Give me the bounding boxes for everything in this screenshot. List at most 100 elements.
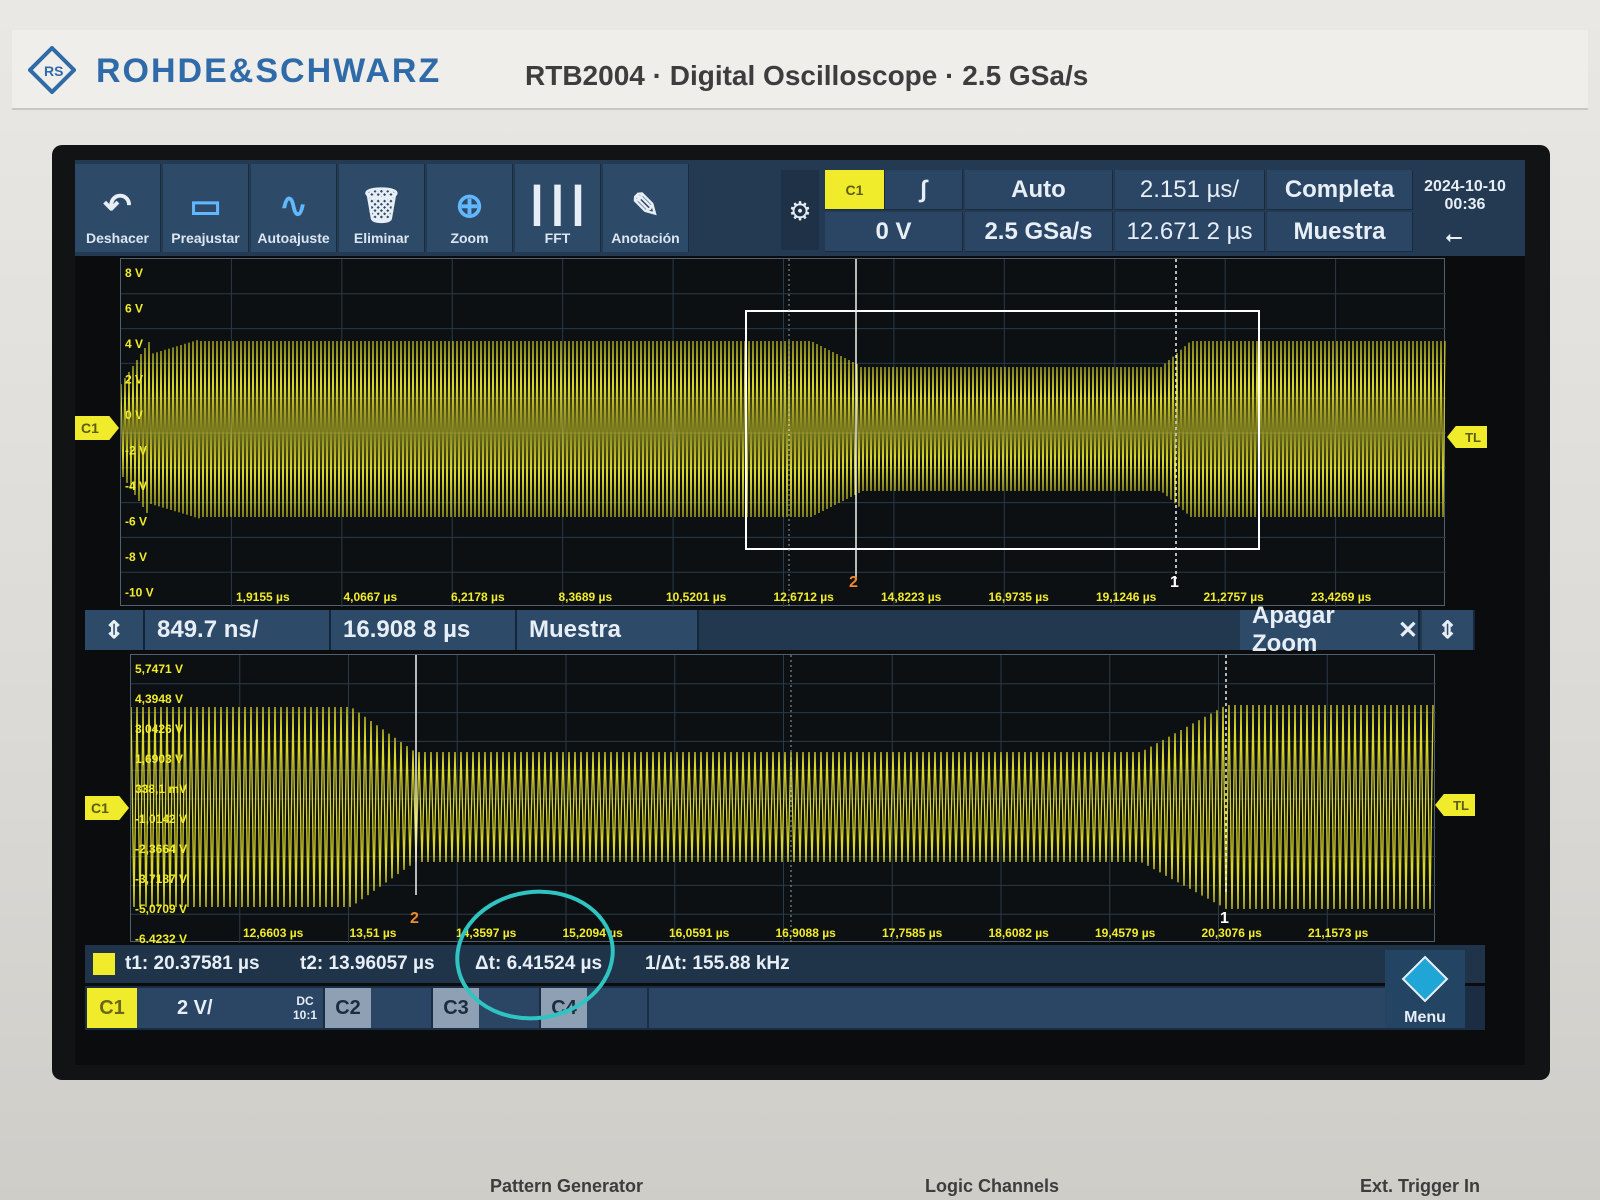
cursor-2-label: 2 [849,574,858,591]
zoom-waveform-svg: 5,7471 V 4,3948 V 3,0426 V 1,6903 V 338,1 mV… [131,655,1436,943]
zoom-x-tick-label: 19,4579 µs [1095,926,1156,940]
screen: ↶ Deshacer ▭ Preajustar ∿ Autoajuste 🗑 E… [75,160,1525,1065]
main-x-tick-label: 8,3689 µs [559,590,613,604]
zoom-waveform-trace [131,704,1434,910]
usb-icon: ⭠ [1445,224,1463,249]
delete-button[interactable]: 🗑 Eliminar [339,164,425,252]
fft-button[interactable]: ┃┃┃ FFT [515,164,601,252]
channel-c2-slot[interactable] [371,988,431,1028]
main-y-tick-label: 6 V [125,302,143,316]
ext-trigger-label: Ext. Trigger In [1360,1176,1481,1196]
main-waveform-svg: 8 V 6 V 4 V 2 V 0 V -2 V -4 V -6 V -8 V -10 V 1,91… [121,259,1446,607]
autoset-icon: ∿ [279,187,308,225]
undo-icon: ↶ [103,187,132,225]
zoom-trigger-level-marker[interactable]: TL [1435,794,1475,816]
date-time: 2024-10-10 00:36 [1424,178,1506,213]
zoom-mode[interactable]: Muestra [517,610,699,650]
sample-rate[interactable]: 2.5 GSa/s [965,212,1113,252]
zoom-bar: ⇕ 849.7 ns/ 16.908 8 µs Muestra Apagar Z… [85,602,1475,657]
main-x-tick-label: 6,2178 µs [451,590,505,604]
zoom-x-tick-label: 16,0591 µs [669,926,730,940]
cursor-t2[interactable]: t2: 13.96057 µs [300,953,435,975]
zoom-x-tick-label: 20,3076 µs [1202,926,1263,940]
main-x-tick-label: 12,6712 µs [774,590,835,604]
zoom-y-tick-label: -5,0709 V [135,902,187,916]
menu-logo-icon [1401,955,1449,1003]
time-position[interactable]: 12.671 2 µs [1115,212,1265,252]
main-waveform-plot[interactable]: 8 V 6 V 4 V 2 V 0 V -2 V -4 V -6 V -8 V -10 V 1,91… [120,258,1446,607]
close-icon: ✕ [1397,616,1418,644]
zoom-x-tick-label: 21,1573 µs [1308,926,1369,940]
zoom-y-tick-label: 3,0426 V [135,722,183,736]
channel-c1-tab[interactable]: C1 [87,988,137,1028]
trash-icon: 🗑 [359,187,404,225]
zoom-cursor-2-label: 2 [410,910,419,927]
zoom-button[interactable]: ⊕ Zoom [427,164,513,252]
cursor-inverse-delta-t[interactable]: 1/Δt: 155.88 kHz [645,953,790,975]
trigger-level[interactable]: 0 V [825,212,963,252]
main-channel-marker[interactable]: C1 [75,416,119,440]
zoom-y-tick-label: 1,6903 V [135,752,183,766]
zoom-x-tick-label: 13,51 µs [350,926,397,940]
zoom-resize-icon[interactable]: ⇕ [85,610,145,650]
main-y-tick-label: -8 V [125,550,147,564]
toolbar: ↶ Deshacer ▭ Preajustar ∿ Autoajuste 🗑 E… [75,160,1525,256]
zoom-x-tick-label: 12,6603 µs [243,926,304,940]
pencil-icon: ✎ [631,187,660,225]
preset-button[interactable]: ▭ Preajustar [163,164,249,252]
rohde-schwarz-logo-icon: RS [28,46,76,94]
acquisition-length[interactable]: Completa [1267,170,1413,210]
zoom-position[interactable]: 16.908 8 µs [331,610,517,650]
trigger-slope-icon[interactable]: ∫ [885,170,963,210]
trigger-mode[interactable]: Auto [965,170,1113,210]
autoset-button[interactable]: ∿ Autoajuste [251,164,337,252]
main-x-tick-label: 1,9155 µs [236,590,290,604]
zoom-x-tick-label: 16,9088 µs [776,926,837,940]
cursor-t1[interactable]: t1: 20.37581 µs [125,953,260,975]
time-scale[interactable]: 2.151 µs/ [1115,170,1265,210]
zoom-y-tick-label: 338,1 mV [135,782,187,796]
zoom-y-tick-label: -1,0142 V [135,812,187,826]
zoom-cursor-1-label: 1 [1220,910,1229,927]
zoom-y-tick-label: -6,4232 V [135,932,187,943]
zoom-resize-right-icon[interactable]: ⇕ [1422,610,1475,650]
model-line: RTB2004 · Digital Oscilloscope · 2.5 GSa… [525,60,1089,91]
zoom-time-scale[interactable]: 849.7 ns/ [145,610,331,650]
zoom-y-tick-label: 5,7471 V [135,662,183,676]
fft-icon: ┃┃┃ [526,187,589,225]
channel-c1-coupling[interactable]: DC 10:1 [287,988,323,1028]
channel-bar: C1 2 V/ DC 10:1 C2 C3 C4 [85,986,1485,1030]
zoom-y-tick-label: 4,3948 V [135,692,183,706]
preset-icon: ▭ [189,187,222,225]
channel-c2-tab[interactable]: C2 [325,988,371,1028]
main-x-tick-label: 16,9735 µs [989,590,1050,604]
undo-button[interactable]: ↶ Deshacer [75,164,161,252]
cursor-1-label: 1 [1170,574,1179,591]
main-y-tick-label: 8 V [125,266,143,280]
main-x-tick-label: 14,8223 µs [881,590,942,604]
logic-channels-label: Logic Channels [925,1176,1060,1196]
zoom-icon: ⊕ [455,187,484,225]
cursor-channel-swatch [93,953,115,975]
settings-gear-icon[interactable]: ⚙ [781,170,819,250]
brand-name: ROHDE&SCHWARZ [96,52,442,90]
main-x-tick-label: 19,1246 µs [1096,590,1157,604]
main-y-tick-label: 2 V [125,373,143,387]
zoom-off-button[interactable]: Apagar Zoom ✕ [1240,602,1420,657]
cursor-measurement-bar: t1: 20.37581 µs t2: 13.96057 µs Δt: 6.41… [85,945,1485,983]
main-y-tick-label: 0 V [125,408,143,422]
main-y-tick-label: 4 V [125,337,143,351]
zoom-channel-marker[interactable]: C1 [85,796,129,820]
menu-button[interactable]: Menu [1385,950,1465,1028]
main-y-tick-label: -10 V [125,586,154,600]
zoom-waveform-plot[interactable]: 5,7471 V 4,3948 V 3,0426 V 1,6903 V 338,1 mV… [130,654,1436,943]
main-x-tick-label: 10,5201 µs [666,590,727,604]
main-y-tick-label: -2 V [125,444,147,458]
main-trigger-level-marker[interactable]: TL [1447,426,1487,448]
channel-c1-scale[interactable]: 2 V/ [137,988,287,1028]
annotation-button[interactable]: ✎ Anotación [603,164,689,252]
acquisition-mode[interactable]: Muestra [1267,212,1413,252]
main-y-tick-label: -4 V [125,479,147,493]
trigger-source-badge[interactable]: C1 [825,170,885,210]
zoom-y-tick-label: -3,7187 V [135,872,187,886]
